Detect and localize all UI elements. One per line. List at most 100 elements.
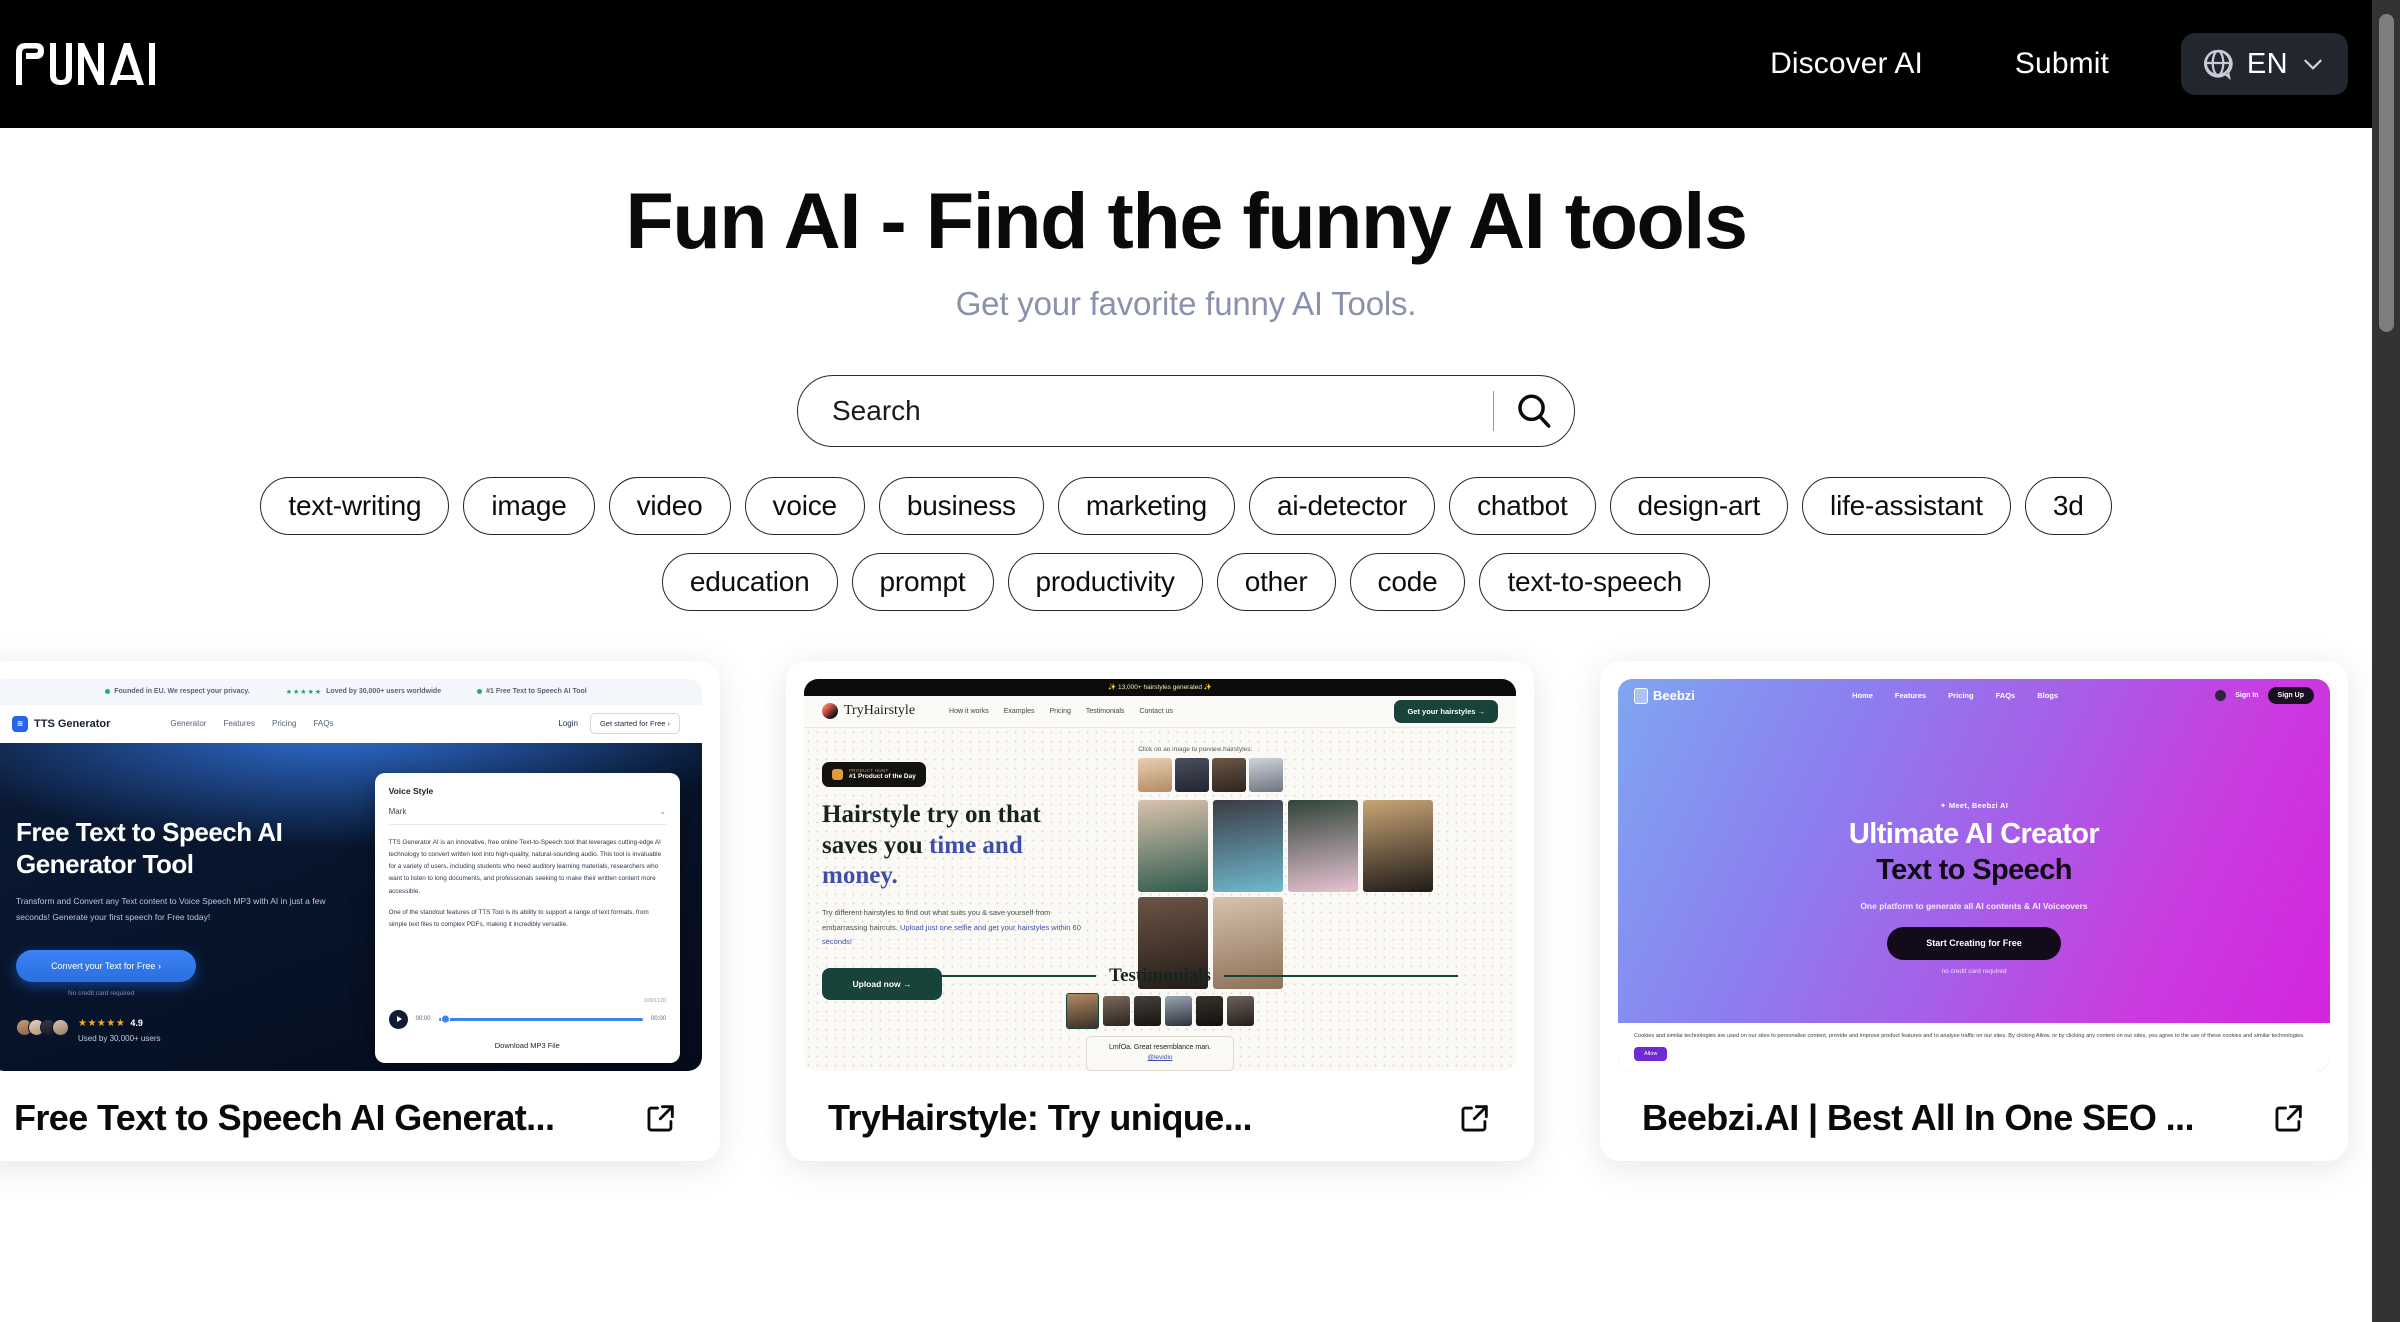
avatar xyxy=(2215,690,2227,702)
thumb-brand-name: TTS Generator xyxy=(34,717,111,730)
chevron-down-icon: ⌄ xyxy=(659,806,666,816)
nav-link-submit[interactable]: Submit xyxy=(1969,0,2155,128)
thumb-nav-item: Pricing xyxy=(272,719,297,729)
thumb-nav-item: Blogs xyxy=(2037,691,2059,701)
search-bar[interactable] xyxy=(797,374,1575,447)
thumb-primary-button: Convert your Text for Free › xyxy=(16,949,196,982)
tag-productivity[interactable]: productivity xyxy=(1007,552,1203,611)
hairstyle-image-grid xyxy=(1138,799,1498,989)
thumb-kicker: ✦ Meet, Beebzi AI xyxy=(1939,800,2009,810)
search-icon xyxy=(1518,394,1551,428)
thumb-nav-item: Features xyxy=(223,719,256,729)
external-link-icon[interactable] xyxy=(2272,1101,2306,1135)
beebzi-logo-icon xyxy=(1634,687,1648,704)
tool-card[interactable]: ✨ 13,000+ hairstyles generated ✨ TryHair… xyxy=(786,660,1534,1161)
headline-line-3: money. xyxy=(822,862,898,890)
thumb-button-note: no credit card required xyxy=(1941,967,2007,975)
topbar-item: #1 Free Text to Speech AI Tool xyxy=(486,688,587,696)
headline-line-2: saves you xyxy=(822,831,929,859)
page-viewport: Discover AI Submit EN Fun AI - Find the … xyxy=(0,0,2372,1322)
tag-video[interactable]: video xyxy=(608,476,731,535)
search-input[interactable] xyxy=(832,375,1487,446)
thumb-nav-links: Generator Features Pricing FAQs xyxy=(170,719,333,728)
thumb-subtitle: One platform to generate all AI contents… xyxy=(1860,900,2088,911)
tag-life-assistant[interactable]: life-assistant xyxy=(1802,476,2011,535)
thumb-nav-links: Home Features Pricing FAQs Blogs xyxy=(1852,691,2058,700)
tag-voice[interactable]: voice xyxy=(744,476,865,535)
scrollbar-thumb[interactable] xyxy=(2379,14,2394,332)
thumb-headline: Hairstyle try on that saves you time and… xyxy=(822,800,1126,892)
testimonials-header: Testimonials xyxy=(804,965,1516,987)
testimonial-avatars xyxy=(804,992,1516,1029)
audio-player: 00:00 00:00 xyxy=(388,1009,666,1029)
quote-text: LmfOa. Great resemblance man. xyxy=(1109,1043,1211,1051)
download-link: Download MP3 File xyxy=(494,1040,560,1050)
tag-image[interactable]: image xyxy=(463,476,595,535)
tool-thumbnail: Beebzi Home Features Pricing FAQs Blogs … xyxy=(1618,678,2330,1071)
site-header: Discover AI Submit EN xyxy=(0,0,2372,128)
external-link-icon[interactable] xyxy=(644,1101,678,1135)
thumb-hero: Free Text to Speech AI Generator Tool Tr… xyxy=(0,743,702,1071)
thumb-nav-item: Contact us xyxy=(1139,707,1173,715)
search-button[interactable] xyxy=(1494,376,1574,446)
thumb-brand: TryHairstyle xyxy=(822,703,916,720)
tool-card-grid: Founded in EU. We respect your privacy. … xyxy=(0,660,2372,1161)
card-footer: Free Text to Speech AI Generat... xyxy=(0,1071,702,1139)
language-selector[interactable]: EN xyxy=(2180,33,2348,95)
badge-main-text: #1 Product of the Day xyxy=(849,772,916,780)
page-title: Fun AI - Find the funny AI tools xyxy=(625,176,1748,265)
page-scrollbar[interactable] xyxy=(2372,0,2400,1322)
play-icon xyxy=(388,1009,408,1029)
cookie-text: Cookies and similar technologies are use… xyxy=(1634,1032,2305,1039)
thumb-banner: ✨ 13,000+ hairstyles generated ✨ xyxy=(804,678,1516,696)
tag-3d[interactable]: 3d xyxy=(2024,476,2112,535)
external-link-icon[interactable] xyxy=(1458,1101,1492,1135)
headline-line-2-accent: time and xyxy=(928,831,1023,859)
thumb-nav-right: Login Get started for Free › xyxy=(558,713,680,735)
nav-link-discover-ai[interactable]: Discover AI xyxy=(1724,0,1969,128)
product-hunt-badge: PRODUCT HUNT #1 Product of the Day xyxy=(822,761,926,788)
tag-chatbot[interactable]: chatbot xyxy=(1449,476,1596,535)
tag-text-to-speech[interactable]: text-to-speech xyxy=(1479,552,1711,611)
thumb-brand: Beebzi xyxy=(1634,687,1695,704)
tag-business[interactable]: business xyxy=(878,476,1044,535)
thumb-nav-item: FAQs xyxy=(1995,691,2016,701)
avatar-group xyxy=(16,1019,69,1037)
topbar-item: Founded in EU. We respect your privacy. xyxy=(114,688,250,696)
thumb-nav-item: Features xyxy=(1894,691,1927,701)
funai-logo[interactable] xyxy=(14,38,164,90)
thumb-nav-item: Pricing xyxy=(1948,691,1974,701)
sign-in-link: Sign In xyxy=(2235,692,2259,700)
tag-design-art[interactable]: design-art xyxy=(1609,476,1789,535)
thumb-rating: ★★★★★ 4.9 Used by 30,000+ users xyxy=(16,1013,361,1043)
rating-value: 4.9 xyxy=(130,1017,143,1028)
quote-handle: @levidio xyxy=(1147,1053,1173,1061)
card-footer: TryHairstyle: Try unique... xyxy=(804,1071,1516,1139)
tool-card[interactable]: Founded in EU. We respect your privacy. … xyxy=(0,660,720,1161)
tool-card[interactable]: Beebzi Home Features Pricing FAQs Blogs … xyxy=(1600,660,2348,1161)
globe-speech-bubble-icon xyxy=(2203,49,2233,81)
thumb-nav-links: How it works Examples Pricing Testimonia… xyxy=(949,708,1173,715)
thumbnail-strip xyxy=(1138,757,1498,792)
thumb-brand-name: TryHairstyle xyxy=(844,703,916,719)
divider-right xyxy=(1223,975,1458,977)
thumb-login-link: Login xyxy=(558,719,578,729)
progress-knob xyxy=(440,1014,450,1024)
testimonials-title: Testimonials xyxy=(1109,964,1211,986)
tool-thumbnail: ✨ 13,000+ hairstyles generated ✨ TryHair… xyxy=(804,678,1516,1071)
tag-marketing[interactable]: marketing xyxy=(1057,476,1235,535)
tag-ai-detector[interactable]: ai-detector xyxy=(1248,476,1436,535)
tag-education[interactable]: education xyxy=(661,552,838,611)
thumb-nav: Beebzi Home Features Pricing FAQs Blogs … xyxy=(1618,679,2330,713)
panel-char-count: 109/1120 xyxy=(643,997,666,1004)
tag-prompt[interactable]: prompt xyxy=(851,552,994,611)
tag-other[interactable]: other xyxy=(1216,552,1336,611)
thumb-button-note: No credit card required xyxy=(68,989,135,997)
testimonial-quote: LmfOa. Great resemblance man. @levidio xyxy=(1086,1035,1234,1071)
tag-text-writing[interactable]: text-writing xyxy=(260,476,450,535)
progress-track xyxy=(438,1014,643,1024)
rating-users: Used by 30,000+ users xyxy=(78,1033,161,1043)
panel-paragraph-1: TTS Generator AI is an innovative, free … xyxy=(388,838,662,895)
tag-code[interactable]: code xyxy=(1349,552,1466,611)
thumb-nav-item: FAQs xyxy=(313,719,334,729)
